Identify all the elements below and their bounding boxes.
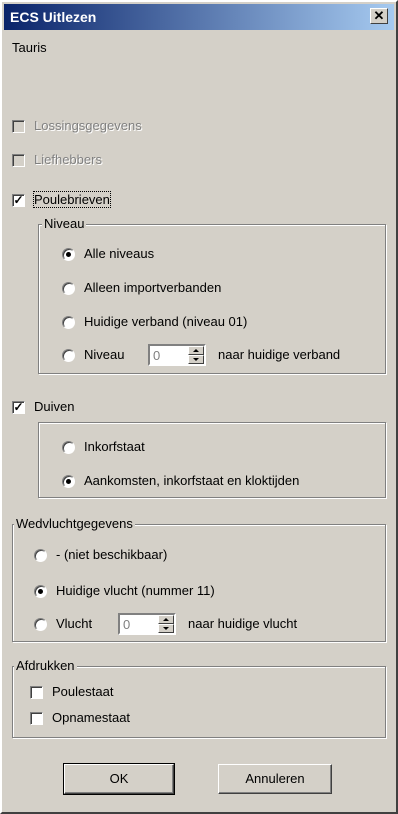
duiven-option-label: Aankomsten, inkorfstaat en kloktijden bbox=[84, 473, 300, 488]
poulestaat-label: Poulestaat bbox=[52, 684, 114, 699]
spin-down-button[interactable] bbox=[188, 355, 204, 364]
vlucht-spinner-suffix: naar huidige vlucht bbox=[188, 616, 298, 631]
arrow-up-icon bbox=[193, 349, 199, 352]
duiven-option-label: Inkorfstaat bbox=[84, 439, 145, 454]
wedvlucht-option-label: Huidige vlucht (nummer 11) bbox=[56, 583, 215, 598]
arrow-down-icon bbox=[193, 358, 199, 361]
checkmark-icon: ✓ bbox=[13, 193, 24, 207]
vlucht-spinner[interactable]: 0 bbox=[118, 613, 176, 635]
wedvlucht-group-title: Wedvluchtgegevens bbox=[14, 516, 135, 531]
spin-up-button[interactable] bbox=[188, 346, 204, 355]
close-button[interactable]: ✕ bbox=[370, 8, 388, 24]
wedvlucht-radio-vlucht[interactable] bbox=[34, 618, 47, 631]
liefhebbers-checkbox[interactable] bbox=[12, 154, 25, 167]
checkmark-icon: ✓ bbox=[13, 400, 24, 414]
wedvlucht-option-label: - (niet beschikbaar) bbox=[56, 547, 168, 562]
wedvlucht-radio-huidige[interactable] bbox=[34, 585, 47, 598]
poulebrieven-label[interactable]: Poulebrieven bbox=[33, 191, 111, 208]
duiven-radio-inkorfstaat[interactable] bbox=[62, 441, 75, 454]
poulestaat-checkbox[interactable] bbox=[30, 686, 43, 699]
niveau-radio-import[interactable] bbox=[62, 282, 75, 295]
arrow-up-icon bbox=[163, 618, 169, 621]
spin-down-button[interactable] bbox=[158, 624, 174, 633]
niveau-spinner-suffix: naar huidige verband bbox=[218, 347, 341, 362]
niveau-spinner-value: 0 bbox=[153, 348, 161, 363]
liefhebbers-label: Liefhebbers bbox=[34, 152, 102, 167]
radio-selected-dot bbox=[38, 589, 43, 594]
close-icon: ✕ bbox=[373, 8, 385, 23]
duiven-radio-aankomsten[interactable] bbox=[62, 475, 75, 488]
opnamestaat-checkbox[interactable] bbox=[30, 712, 43, 725]
duiven-label: Duiven bbox=[34, 399, 75, 414]
niveau-option-label: Niveau bbox=[84, 347, 125, 362]
niveau-group-title: Niveau bbox=[42, 216, 87, 231]
vlucht-spinner-value: 0 bbox=[123, 617, 131, 632]
niveau-radio-alle[interactable] bbox=[62, 248, 75, 261]
wedvlucht-radio-niet-beschikbaar[interactable] bbox=[34, 549, 47, 562]
niveau-option-label: Huidige verband (niveau 01) bbox=[84, 314, 248, 329]
afdrukken-group-title: Afdrukken bbox=[14, 658, 77, 673]
radio-selected-dot bbox=[66, 252, 71, 257]
wedvlucht-option-label: Vlucht bbox=[56, 616, 93, 631]
club-name: Tauris bbox=[12, 40, 47, 55]
opnamestaat-label: Opnamestaat bbox=[52, 710, 131, 725]
ok-button[interactable]: OK bbox=[63, 763, 175, 795]
niveau-radio-niveau[interactable] bbox=[62, 349, 75, 362]
spin-up-button[interactable] bbox=[158, 615, 174, 624]
poulebrieven-checkbox[interactable]: ✓ bbox=[12, 194, 25, 207]
dialog-window: ECS Uitlezen ✕ Tauris Lossingsgegevens L… bbox=[0, 0, 398, 814]
arrow-down-icon bbox=[163, 627, 169, 630]
title-bar[interactable]: ECS Uitlezen ✕ bbox=[4, 4, 394, 30]
cancel-button[interactable]: Annuleren bbox=[218, 764, 332, 794]
afdrukken-group bbox=[12, 666, 386, 738]
lossingsgegevens-checkbox[interactable] bbox=[12, 120, 25, 133]
lossingsgegevens-label: Lossingsgegevens bbox=[34, 118, 142, 133]
window-title: ECS Uitlezen bbox=[10, 9, 97, 25]
niveau-option-label: Alle niveaus bbox=[84, 246, 155, 261]
niveau-radio-huidig[interactable] bbox=[62, 316, 75, 329]
niveau-option-label: Alleen importverbanden bbox=[84, 280, 222, 295]
radio-selected-dot bbox=[66, 479, 71, 484]
duiven-checkbox[interactable]: ✓ bbox=[12, 401, 25, 414]
niveau-spinner[interactable]: 0 bbox=[148, 344, 206, 366]
